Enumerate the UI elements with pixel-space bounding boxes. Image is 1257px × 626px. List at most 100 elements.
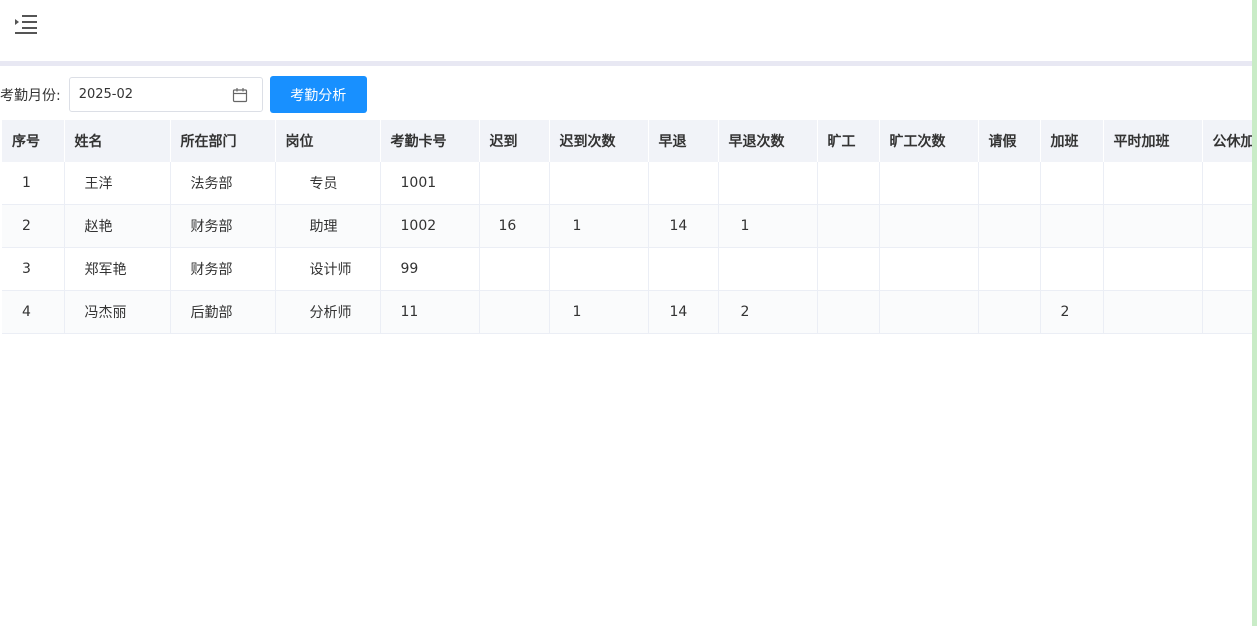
top-bar bbox=[0, 0, 1252, 61]
table-cell bbox=[549, 162, 649, 205]
table-cell: 1 bbox=[2, 162, 65, 205]
table-cell bbox=[648, 247, 719, 291]
table-cell bbox=[1202, 204, 1254, 248]
cell-text: 3 bbox=[22, 261, 31, 277]
table-row[interactable]: 1 王洋 法务部 专员 1001 bbox=[2, 162, 1254, 205]
table-cell bbox=[1103, 247, 1203, 291]
table-cell: 4 bbox=[2, 290, 65, 334]
month-picker[interactable] bbox=[68, 77, 263, 112]
cell-text: 1 bbox=[572, 304, 582, 320]
month-input[interactable] bbox=[69, 79, 229, 110]
column-header: 序号 bbox=[2, 120, 65, 162]
cell-text: 专员 bbox=[309, 176, 338, 192]
table-cell: 2 bbox=[1040, 290, 1104, 334]
cell-text: 1001 bbox=[400, 175, 437, 191]
table-cell bbox=[978, 204, 1041, 248]
table-cell bbox=[479, 290, 550, 334]
table-cell: 财务部 bbox=[170, 247, 276, 291]
table-cell bbox=[879, 204, 979, 248]
column-header: 姓名 bbox=[64, 120, 171, 162]
column-header: 早退次数 bbox=[718, 120, 818, 162]
table-cell bbox=[718, 162, 818, 205]
cell-text: 4 bbox=[22, 304, 31, 320]
table-cell bbox=[1040, 247, 1104, 291]
table-cell bbox=[817, 204, 880, 248]
table-cell: 王洋 bbox=[64, 162, 171, 205]
cell-text: 分析师 bbox=[309, 305, 352, 321]
cell-text: 赵艳 bbox=[84, 219, 113, 235]
table-cell bbox=[817, 162, 880, 205]
table-cell bbox=[1202, 290, 1254, 334]
column-header: 岗位 bbox=[275, 120, 381, 162]
cell-text: 11 bbox=[400, 304, 419, 320]
cell-text: 2 bbox=[1060, 304, 1070, 320]
cell-text: 2 bbox=[740, 304, 750, 320]
column-header: 请假 bbox=[978, 120, 1041, 162]
column-header: 早退 bbox=[648, 120, 719, 162]
table-cell: 助理 bbox=[275, 204, 381, 248]
attendance-analysis-button[interactable]: 考勤分析 bbox=[269, 76, 367, 113]
table-cell: 1 bbox=[718, 204, 818, 248]
cell-text: 1 bbox=[740, 218, 750, 234]
cell-text: 1002 bbox=[400, 218, 437, 234]
cell-text: 助理 bbox=[309, 219, 338, 235]
table-cell bbox=[1103, 290, 1203, 334]
table-cell bbox=[817, 247, 880, 291]
cell-text: 16 bbox=[498, 218, 517, 234]
scrollbar-track[interactable] bbox=[1252, 0, 1257, 626]
column-header: 所在部门 bbox=[170, 120, 276, 162]
cell-text: 14 bbox=[669, 304, 688, 320]
table-cell: 16 bbox=[479, 204, 550, 248]
table-cell bbox=[1040, 204, 1104, 248]
table-cell: 赵艳 bbox=[64, 204, 171, 248]
table-cell: 法务部 bbox=[170, 162, 276, 205]
table-cell: 14 bbox=[648, 204, 719, 248]
column-header: 旷工 bbox=[817, 120, 880, 162]
table-row[interactable]: 3 郑军艳 财务部 设计师 99 bbox=[2, 247, 1254, 291]
table-cell: 财务部 bbox=[170, 204, 276, 248]
cell-text: 1 bbox=[572, 218, 582, 234]
calendar-icon[interactable] bbox=[232, 87, 248, 103]
table-cell: 11 bbox=[380, 290, 480, 334]
column-header: 考勤卡号 bbox=[380, 120, 480, 162]
table-body: 1 王洋 法务部 专员 1001 2 赵艳 财务部 助理 1002 16 1 14 1 3 郑军艳 财务部 设计师… bbox=[2, 162, 1254, 334]
attendance-table-wrap: 序号 姓名 所在部门 岗位 考勤卡号 迟到 迟到次数 早退 早退次数 旷工 旷工次数 请假 加班 平时加班… bbox=[2, 120, 1254, 334]
table-cell: 14 bbox=[648, 290, 719, 334]
table-cell bbox=[718, 247, 818, 291]
cell-text: 财务部 bbox=[190, 219, 233, 235]
table-cell: 冯杰丽 bbox=[64, 290, 171, 334]
table-cell: 2 bbox=[2, 204, 65, 248]
table-cell: 专员 bbox=[275, 162, 381, 205]
table-cell bbox=[978, 247, 1041, 291]
table-cell bbox=[479, 247, 550, 291]
table-cell bbox=[1202, 247, 1254, 291]
cell-text: 王洋 bbox=[84, 176, 113, 192]
cell-text: 冯杰丽 bbox=[84, 305, 127, 321]
table-cell: 分析师 bbox=[275, 290, 381, 334]
topbar-divider bbox=[0, 61, 1252, 66]
cell-text: 法务部 bbox=[190, 176, 233, 192]
table-cell: 3 bbox=[2, 247, 65, 291]
table-cell bbox=[879, 162, 979, 205]
table-cell bbox=[1202, 162, 1254, 205]
cell-text: 1 bbox=[22, 175, 31, 191]
table-cell bbox=[879, 247, 979, 291]
cell-text: 后勤部 bbox=[190, 305, 233, 321]
table-cell bbox=[879, 290, 979, 334]
cell-text: 郑军艳 bbox=[84, 262, 127, 278]
table-cell: 99 bbox=[380, 247, 480, 291]
column-header: 迟到 bbox=[479, 120, 550, 162]
column-header: 旷工次数 bbox=[879, 120, 979, 162]
table-cell bbox=[1040, 162, 1104, 205]
attendance-table: 序号 姓名 所在部门 岗位 考勤卡号 迟到 迟到次数 早退 早退次数 旷工 旷工次数 请假 加班 平时加班… bbox=[2, 120, 1254, 334]
filter-bar: 考勤月份: 考勤分析 bbox=[0, 76, 367, 113]
table-row[interactable]: 4 冯杰丽 后勤部 分析师 11 1 14 2 2 bbox=[2, 290, 1254, 334]
table-cell: 2 bbox=[718, 290, 818, 334]
table-row[interactable]: 2 赵艳 财务部 助理 1002 16 1 14 1 bbox=[2, 204, 1254, 248]
table-cell bbox=[479, 162, 550, 205]
table-cell bbox=[978, 290, 1041, 334]
column-header: 公休加 bbox=[1202, 120, 1254, 162]
attendance-month-label: 考勤月份: bbox=[0, 87, 61, 104]
table-cell: 1002 bbox=[380, 204, 480, 248]
indent-menu-icon[interactable] bbox=[14, 13, 38, 35]
